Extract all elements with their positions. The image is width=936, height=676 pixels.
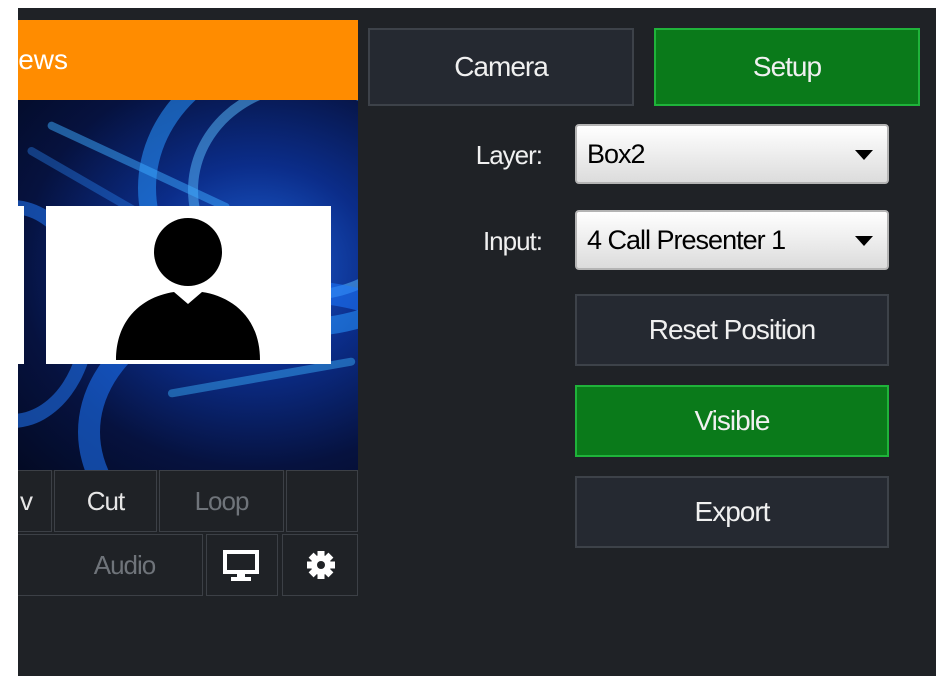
layer-label: Layer: <box>475 140 543 170</box>
export-label: Export <box>694 496 771 527</box>
audio-button[interactable]: Audio <box>18 534 203 596</box>
chevron-down-icon <box>855 236 873 246</box>
reset-position-button[interactable]: Reset Position <box>575 294 889 366</box>
input-preview[interactable] <box>18 100 358 470</box>
tab-camera-label: Camera <box>454 51 549 82</box>
monitor-icon <box>223 550 259 581</box>
cut-button[interactable]: Cut <box>54 470 157 532</box>
gear-icon <box>307 551 335 579</box>
preview-title-bar: News <box>18 20 358 100</box>
partial-button-label: v <box>20 486 33 516</box>
empty-button[interactable] <box>286 470 358 532</box>
person-icon <box>116 218 260 360</box>
cut-button-label: Cut <box>86 486 125 516</box>
visible-button[interactable]: Visible <box>575 385 889 457</box>
monitor-button[interactable] <box>206 534 278 596</box>
tab-camera[interactable]: Camera <box>368 28 634 106</box>
settings-button[interactable] <box>282 534 358 596</box>
tab-setup-label: Setup <box>752 51 822 82</box>
export-button[interactable]: Export <box>575 476 889 548</box>
visible-label: Visible <box>694 405 771 436</box>
input-label: Input: <box>482 226 543 256</box>
tab-setup[interactable]: Setup <box>654 28 920 106</box>
input-select-value: 4 Call Presenter 1 <box>587 225 786 255</box>
loop-button[interactable]: Loop <box>159 470 284 532</box>
partial-button[interactable]: v <box>18 470 52 532</box>
vmix-panel: News v Cut Loop Audio <box>18 8 936 676</box>
loop-button-label: Loop <box>194 486 250 516</box>
chevron-down-icon <box>855 150 873 160</box>
layer-box-2 <box>46 206 331 364</box>
input-select[interactable]: 4 Call Presenter 1 <box>575 210 889 270</box>
reset-position-label: Reset Position <box>648 314 817 345</box>
audio-button-label: Audio <box>93 550 156 580</box>
layer-box-1 <box>18 206 24 364</box>
layer-select[interactable]: Box2 <box>575 124 889 184</box>
layer-select-value: Box2 <box>587 139 646 169</box>
preview-title: News <box>18 44 69 75</box>
